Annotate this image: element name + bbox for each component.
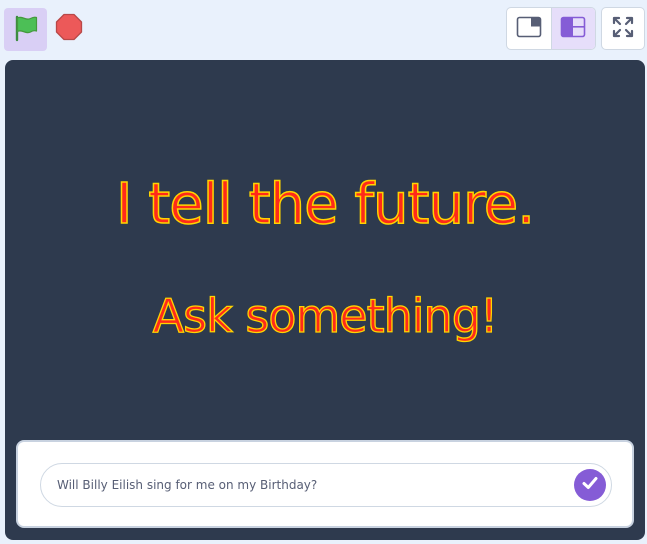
- ask-submit-button[interactable]: [574, 469, 606, 501]
- green-flag-icon: [12, 14, 40, 46]
- stop-button[interactable]: [52, 12, 86, 46]
- small-stage-layout-icon: [516, 16, 542, 42]
- large-stage-layout-icon: [560, 16, 586, 42]
- stage-text-line-2: Ask something!: [152, 288, 499, 343]
- stage-header: [0, 0, 647, 60]
- check-icon: [580, 473, 600, 497]
- small-stage-layout-button[interactable]: [507, 8, 551, 49]
- green-flag-button[interactable]: [4, 8, 47, 51]
- ask-input[interactable]: [57, 464, 557, 506]
- fullscreen-icon: [612, 16, 634, 42]
- stage-canvas[interactable]: I tell the future. Ask something!: [5, 60, 645, 540]
- ask-input-container: [40, 463, 612, 507]
- stage-text-line-1: I tell the future.: [115, 171, 536, 238]
- stop-icon: [55, 13, 83, 45]
- stage-layout-toggle: [506, 7, 596, 50]
- large-stage-layout-button[interactable]: [550, 8, 595, 49]
- ask-prompt: [16, 440, 634, 528]
- fullscreen-button[interactable]: [601, 7, 645, 50]
